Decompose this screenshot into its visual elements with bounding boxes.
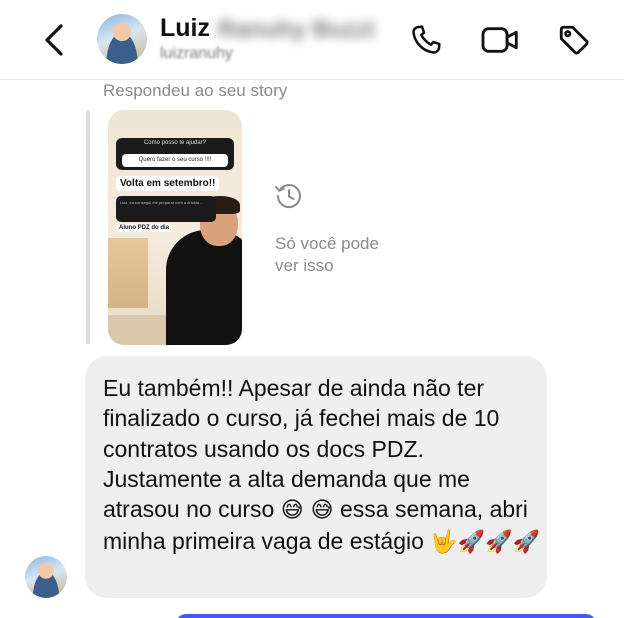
back-button[interactable]: [36, 18, 72, 62]
chat-header: Luiz Ranuhy Buzzi luizranuhy: [0, 0, 624, 80]
outgoing-message-bubble-edge[interactable]: [176, 614, 596, 618]
story-answer: Quero fazer o seu curso !!!!: [122, 154, 228, 167]
story-highlight: Volta em setembro!!: [116, 176, 220, 191]
chevron-left-icon: [45, 24, 63, 56]
story-background-table: [108, 315, 168, 345]
tag-icon: [559, 25, 589, 55]
love-you-gesture-and-rockets-emoji: 🤟🚀🚀🚀: [430, 530, 540, 556]
story-background-shelf: [108, 238, 148, 308]
ephemeral-notice: Só você pode ver isso: [275, 234, 379, 275]
sweat-smile-emoji: 😅 😅: [280, 498, 334, 524]
contact-name[interactable]: Luiz: [160, 14, 210, 43]
contact-avatar[interactable]: [97, 14, 147, 64]
story-person-body: [166, 230, 242, 345]
video-camera-icon: [481, 27, 518, 53]
video-call-button[interactable]: [480, 18, 520, 62]
message-text: Eu também!! Apesar de ainda não ter fina…: [103, 373, 543, 559]
sender-avatar[interactable]: [25, 556, 67, 598]
phone-icon: [412, 25, 441, 54]
voice-call-button[interactable]: [406, 18, 446, 62]
contact-username: luizranuhy: [160, 45, 233, 62]
reply-quote-line: [86, 110, 90, 344]
story-question: Como posso te ajudar?: [143, 140, 207, 146]
story-caption: Luiz, eu consegui me preparar com a dúvi…: [116, 196, 216, 222]
story-preview[interactable]: Como posso te ajudar? Quero fazer o seu …: [108, 110, 242, 345]
history-icon: [275, 184, 301, 209]
story-reply-note: Respondeu ao seu story: [103, 81, 288, 100]
tag-button[interactable]: [554, 18, 594, 62]
story-badge: Aluno PDZ do dia: [116, 224, 172, 232]
contact-surname-blurred: Ranuhy Buzzi: [218, 16, 376, 43]
